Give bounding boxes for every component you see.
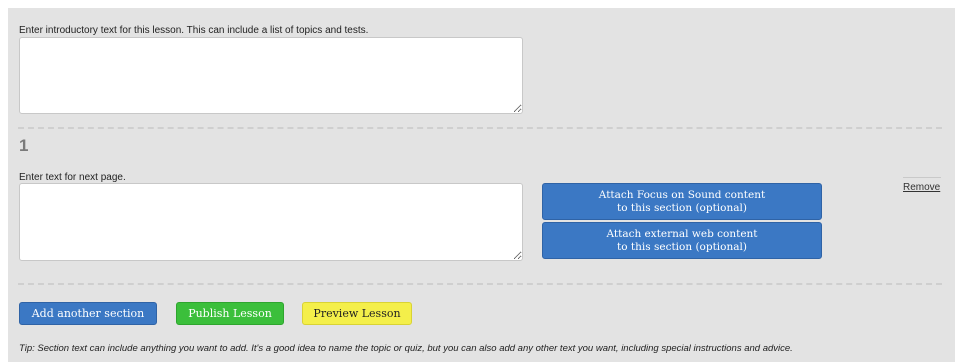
section-textarea[interactable]: [19, 183, 523, 261]
tip-text: Tip: Section text can include anything y…: [19, 343, 793, 354]
attach-sound-button[interactable]: Attach Focus on Sound content to this se…: [542, 183, 822, 220]
attach-sound-line1: Attach Focus on Sound content: [598, 188, 766, 201]
section-divider-top: [18, 127, 942, 129]
add-section-button[interactable]: Add another section: [19, 302, 157, 325]
attach-sound-line2: to this section (optional): [617, 201, 747, 214]
section-text-label: Enter text for next page.: [19, 172, 126, 183]
attach-web-line2: to this section (optional): [617, 240, 747, 253]
intro-label: Enter introductory text for this lesson.…: [19, 25, 369, 36]
preview-lesson-button[interactable]: Preview Lesson: [302, 302, 412, 325]
remove-rule: [903, 177, 941, 178]
section-divider-bottom: [18, 283, 942, 285]
intro-textarea[interactable]: [19, 37, 523, 114]
remove-section-link[interactable]: Remove: [903, 182, 940, 193]
attach-web-button[interactable]: Attach external web content to this sect…: [542, 222, 822, 259]
publish-lesson-button[interactable]: Publish Lesson: [176, 302, 284, 325]
attach-web-line1: Attach external web content: [606, 227, 758, 240]
section-number: 1: [19, 136, 29, 155]
